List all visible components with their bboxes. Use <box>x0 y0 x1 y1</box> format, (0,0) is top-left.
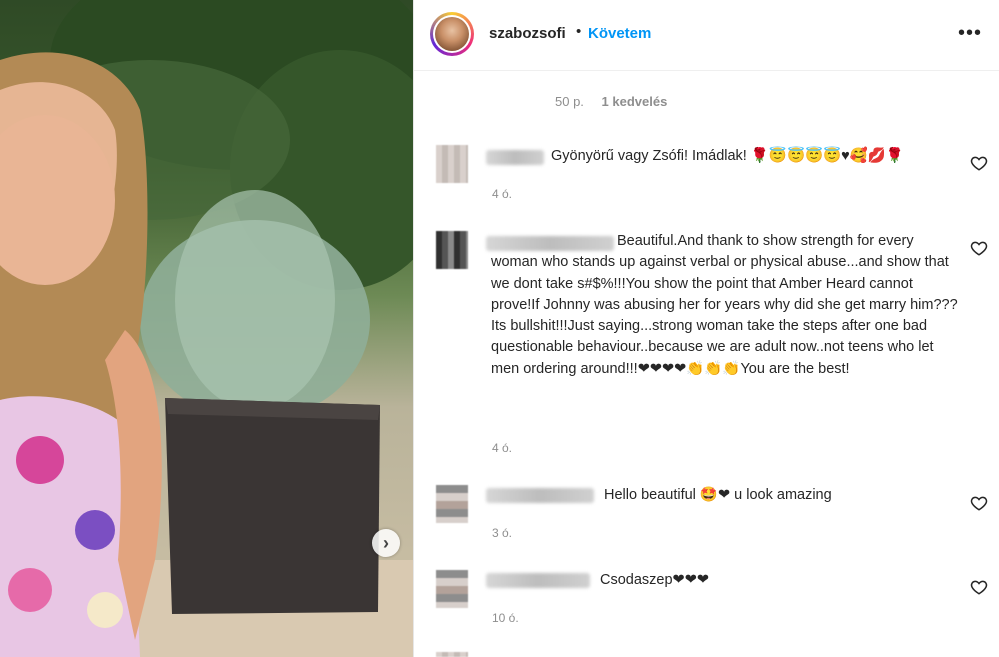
comments-panel: szabozsofi • Követem ••• 50 p. 1 kedvelé… <box>414 0 999 657</box>
post-header: szabozsofi • Követem ••• <box>414 0 999 71</box>
heart-outline-icon[interactable] <box>970 494 988 512</box>
more-horizontal-icon[interactable]: ••• <box>958 22 982 45</box>
username[interactable]: szabozsofi <box>489 25 566 42</box>
likes-count[interactable]: 1 kedvelés <box>602 94 668 109</box>
comment-text: Csodaszep❤❤❤ <box>600 572 709 588</box>
comment-time[interactable]: 4 ó. <box>492 187 512 201</box>
comment-text: Hello beautiful 🤩❤ u look amazing <box>604 487 832 503</box>
heart-outline-icon[interactable] <box>970 239 988 257</box>
separator-dot: • <box>576 23 582 40</box>
post-meta: 50 p. 1 kedvelés <box>555 94 681 109</box>
post-time: 50 p. <box>555 94 584 109</box>
following-button[interactable]: Követem <box>588 25 651 42</box>
avatar-image <box>435 17 469 51</box>
post-photo[interactable]: › <box>0 0 413 657</box>
comment-avatar[interactable] <box>436 145 468 183</box>
comment-username-blurred[interactable] <box>486 488 594 503</box>
comment-avatar[interactable] <box>436 231 468 269</box>
comment-avatar[interactable] <box>436 652 468 657</box>
avatar[interactable] <box>430 12 474 56</box>
comment-username-blurred[interactable] <box>486 150 544 165</box>
comment-avatar[interactable] <box>436 570 468 608</box>
chevron-right-icon: › <box>383 532 389 553</box>
comment-time[interactable]: 3 ó. <box>492 526 512 540</box>
comment-username-blurred[interactable] <box>486 573 590 588</box>
comment-time[interactable]: 4 ó. <box>492 441 512 455</box>
comment-avatar[interactable] <box>436 485 468 523</box>
photo-illustration <box>0 0 413 657</box>
comment-text: Beautiful.And thank to show strength for… <box>491 233 958 377</box>
carousel-next-button[interactable]: › <box>372 529 400 557</box>
heart-outline-icon[interactable] <box>970 578 988 596</box>
comment-text: Gyönyörű vagy Zsófi! Imádlak! 🌹😇😇😇😇♥🥰💋🌹 <box>551 148 904 164</box>
comment-time[interactable]: 10 ó. <box>492 611 519 625</box>
heart-outline-icon[interactable] <box>970 154 988 172</box>
